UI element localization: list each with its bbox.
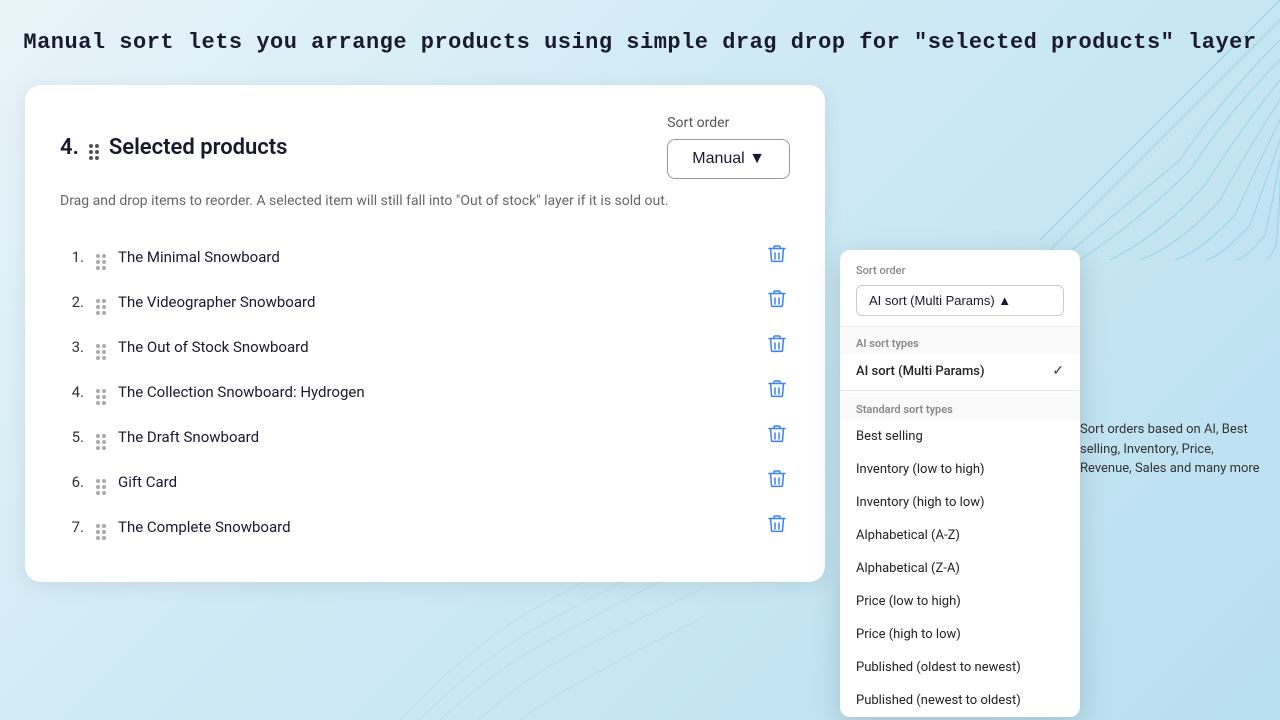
main-card: 4. Selected products Sort order Manual ▼… [25, 85, 825, 582]
dropdown-item[interactable]: Inventory (high to low) [840, 486, 1080, 519]
item-number: 6. [60, 473, 84, 491]
dropdown-item[interactable]: Price (high to low) [840, 618, 1080, 651]
standard-section-label: Standard sort types [840, 393, 1080, 420]
item-delete-button[interactable] [764, 467, 790, 496]
dropdown-item-label: Inventory (low to high) [856, 462, 985, 477]
dropdown-item[interactable]: Price (low to high) [840, 585, 1080, 618]
dropdown-header: Sort order AI sort (Multi Params) ▲ [840, 250, 1080, 327]
dropdown-item[interactable]: Inventory (low to high) [840, 453, 1080, 486]
item-delete-button[interactable] [764, 242, 790, 271]
item-drag-handle[interactable] [96, 468, 106, 495]
dropdown-item-label: Published (oldest to newest) [856, 660, 1021, 675]
step-number: 4. [60, 135, 79, 160]
item-drag-handle[interactable] [96, 513, 106, 540]
item-drag-handle[interactable] [96, 288, 106, 315]
item-drag-handle[interactable] [96, 378, 106, 405]
item-name: The Out of Stock Snowboard [118, 338, 752, 356]
dropdown-header-label: Sort order [856, 264, 1064, 277]
ai-sort-label: AI sort (Multi Params) [856, 364, 985, 379]
side-note: Sort orders based on AI, Best selling, I… [1080, 420, 1260, 479]
dropdown-item[interactable]: Published (oldest to newest) [840, 651, 1080, 684]
page-title: Manual sort lets you arrange products us… [0, 30, 1280, 55]
card-header-left: 4. Selected products [60, 134, 287, 160]
dropdown-item-label: Price (low to high) [856, 594, 961, 609]
item-drag-handle[interactable] [96, 423, 106, 450]
card-description: Drag and drop items to reorder. A select… [60, 191, 790, 212]
dropdown-item-ai-sort[interactable]: AI sort (Multi Params) ✓ [840, 354, 1080, 388]
item-number: 4. [60, 383, 84, 401]
dropdown-divider [840, 390, 1080, 391]
dropdown-current-value[interactable]: AI sort (Multi Params) ▲ [856, 285, 1064, 316]
dropdown-item[interactable]: Published (newest to oldest) [840, 684, 1080, 717]
item-name: The Collection Snowboard: Hydrogen [118, 383, 752, 401]
dropdown-item-label: Inventory (high to low) [856, 495, 985, 510]
product-item: 5. The Draft Snowboard [60, 416, 790, 457]
product-list: 1. The Minimal Snowboard 2. The Videogra… [60, 236, 790, 547]
check-icon: ✓ [1052, 363, 1064, 379]
sort-order-section: Sort order Manual ▼ [667, 115, 790, 179]
card-title: Selected products [109, 135, 288, 160]
item-name: Gift Card [118, 473, 752, 491]
item-number: 7. [60, 518, 84, 536]
item-delete-button[interactable] [764, 377, 790, 406]
sort-order-label: Sort order [667, 115, 729, 131]
dropdown-item[interactable]: Best selling [840, 420, 1080, 453]
dropdown-item-label: Published (newest to oldest) [856, 693, 1021, 708]
product-item: 1. The Minimal Snowboard [60, 236, 790, 277]
item-name: The Draft Snowboard [118, 428, 752, 446]
item-number: 2. [60, 293, 84, 311]
item-name: The Minimal Snowboard [118, 248, 752, 266]
sort-order-button[interactable]: Manual ▼ [667, 139, 790, 179]
dropdown-item-label: Price (high to low) [856, 627, 961, 642]
item-delete-button[interactable] [764, 287, 790, 316]
sort-order-dropdown: Sort order AI sort (Multi Params) ▲ AI s… [840, 250, 1080, 717]
standard-items-list: Best selling Inventory (low to high) Inven… [840, 420, 1080, 717]
item-number: 5. [60, 428, 84, 446]
card-header: 4. Selected products Sort order Manual ▼ [60, 115, 790, 179]
ai-section-label: AI sort types [840, 327, 1080, 354]
product-item: 3. The Out of Stock Snowboard [60, 326, 790, 367]
dropdown-item-label: Alphabetical (Z-A) [856, 561, 960, 576]
item-drag-handle[interactable] [96, 333, 106, 360]
product-item: 4. The Collection Snowboard: Hydrogen [60, 371, 790, 412]
product-item: 2. The Videographer Snowboard [60, 281, 790, 322]
drag-handle-icon [89, 134, 99, 160]
product-item: 7. The Complete Snowboard [60, 506, 790, 547]
dropdown-item[interactable]: Alphabetical (A-Z) [840, 519, 1080, 552]
product-item: 6. Gift Card [60, 461, 790, 502]
dropdown-item-label: Best selling [856, 429, 923, 444]
item-delete-button[interactable] [764, 512, 790, 541]
dropdown-item[interactable]: Alphabetical (Z-A) [840, 552, 1080, 585]
item-delete-button[interactable] [764, 332, 790, 361]
dropdown-item-label: Alphabetical (A-Z) [856, 528, 960, 543]
item-drag-handle[interactable] [96, 243, 106, 270]
item-delete-button[interactable] [764, 422, 790, 451]
item-name: The Videographer Snowboard [118, 293, 752, 311]
item-number: 1. [60, 248, 84, 266]
item-name: The Complete Snowboard [118, 518, 752, 536]
item-number: 3. [60, 338, 84, 356]
